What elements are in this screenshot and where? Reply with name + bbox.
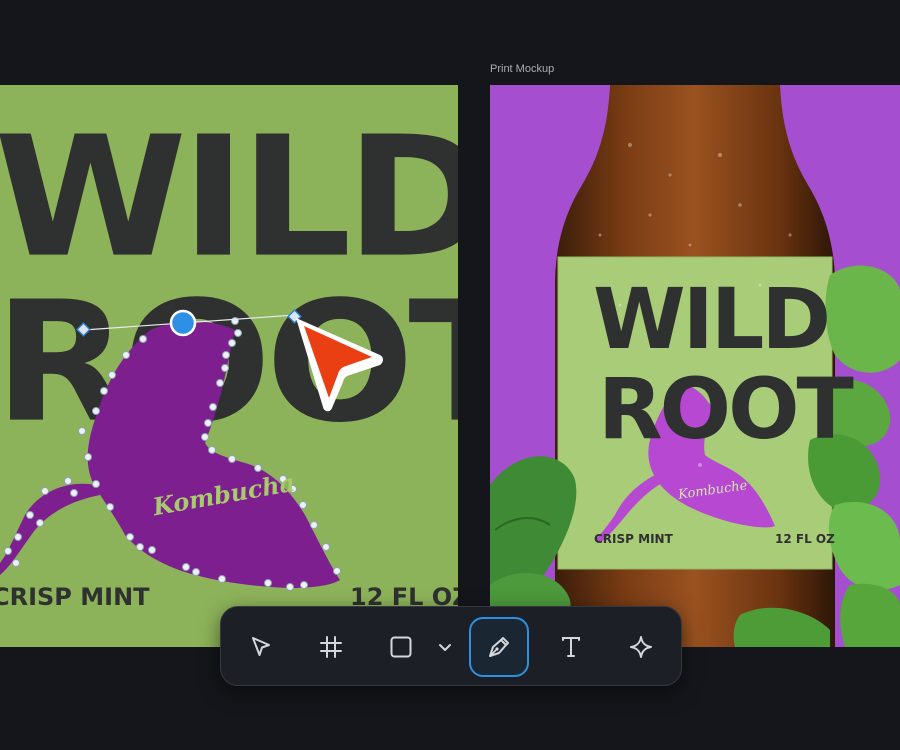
- text-tool-button[interactable]: [541, 617, 601, 677]
- cursor-arrow-icon: [252, 637, 270, 656]
- bottom-toolbar: [220, 606, 682, 686]
- leaf-vector-path[interactable]: [0, 85, 458, 647]
- chevron-down-icon: [439, 644, 451, 651]
- mockup-title: Print Mockup: [490, 63, 555, 75]
- sparkle-icon: [630, 636, 652, 658]
- rectangle-icon: [390, 636, 412, 658]
- pointer-cursor-icon: [296, 318, 383, 412]
- shape-tool-button[interactable]: [371, 617, 431, 677]
- ai-tool-button[interactable]: [611, 617, 671, 677]
- pen-tool-button[interactable]: [469, 617, 529, 677]
- hash-frame-icon: [320, 636, 342, 658]
- label-artboard[interactable]: WILD ROOT Kombucha CR: [0, 85, 458, 647]
- move-tool-button[interactable]: [231, 617, 291, 677]
- flavor-text[interactable]: CRISP MINT: [0, 583, 150, 611]
- text-t-icon: [562, 637, 580, 657]
- frame-tool-button[interactable]: [301, 617, 361, 677]
- print-mockup-image[interactable]: WILD ROOT Kombuche CRISP MINT 12 FL OZ: [490, 85, 900, 647]
- mockup-volume: 12 FL OZ: [775, 532, 835, 546]
- shape-dropdown-button[interactable]: [433, 633, 457, 661]
- pen-nib-icon: [489, 637, 509, 657]
- mockup-flavor: CRISP MINT: [594, 532, 673, 546]
- mockup-root: ROOT: [598, 360, 854, 458]
- mockup-wild: WILD: [593, 270, 831, 368]
